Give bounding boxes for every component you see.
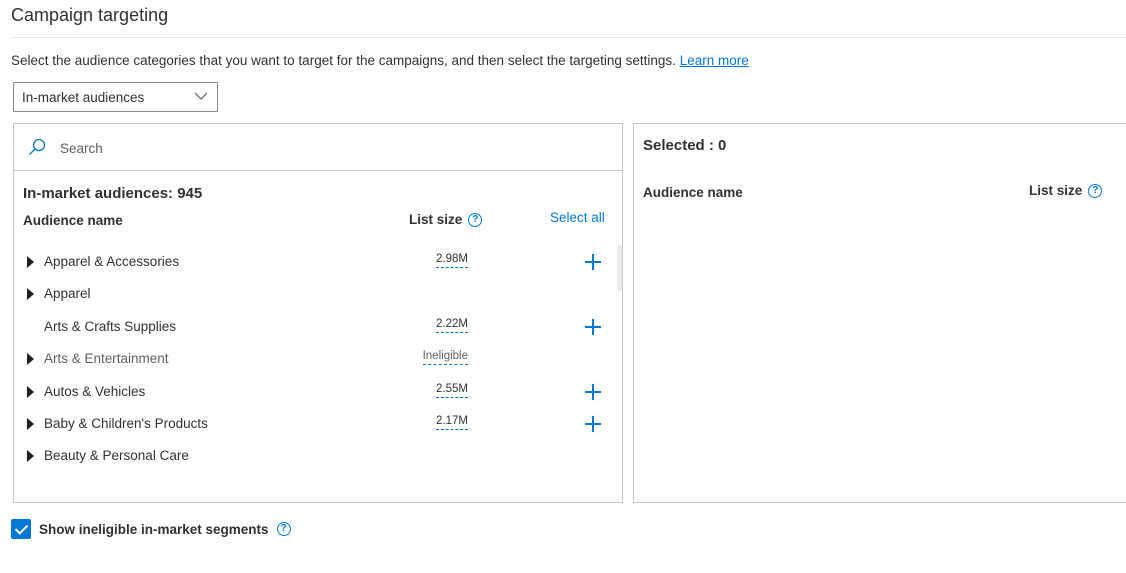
- add-icon[interactable]: [585, 384, 601, 400]
- audience-name: Beauty & Personal Care: [44, 448, 189, 463]
- audience-row[interactable]: Baby & Children's Products 2.17M: [14, 410, 614, 440]
- list-size-value[interactable]: 2.98M: [436, 252, 468, 268]
- audience-row[interactable]: Arts & Entertainment Ineligible: [14, 345, 614, 375]
- title-divider: [11, 37, 1126, 38]
- expand-caret-icon[interactable]: [27, 256, 34, 268]
- list-size-value[interactable]: 2.22M: [436, 317, 468, 333]
- audience-name: Baby & Children's Products: [44, 416, 208, 431]
- column-header-audience-name: Audience name: [23, 213, 123, 228]
- intro-description: Select the audience categories that you …: [11, 53, 676, 68]
- list-size-label: List size: [409, 212, 463, 227]
- audience-type-dropdown[interactable]: In-market audiences: [13, 82, 218, 112]
- audience-name: Arts & Entertainment: [44, 351, 169, 366]
- expand-caret-icon[interactable]: [27, 288, 34, 300]
- list-size-value[interactable]: 2.55M: [436, 382, 468, 398]
- audience-name: Autos & Vehicles: [44, 384, 146, 399]
- audience-count: In-market audiences: 945: [23, 185, 203, 202]
- available-audiences-panel: In-market audiences: 945 Audience name L…: [13, 123, 623, 503]
- selected-count: Selected : 0: [643, 137, 727, 154]
- expand-caret-icon[interactable]: [27, 386, 34, 398]
- dropdown-selected-value: In-market audiences: [22, 89, 145, 105]
- audience-row[interactable]: Apparel: [14, 280, 614, 310]
- audience-row[interactable]: Autos & Vehicles 2.55M: [14, 378, 614, 408]
- audience-name: Apparel: [44, 286, 91, 301]
- show-ineligible-label[interactable]: Show ineligible in-market segments: [39, 522, 269, 537]
- help-icon[interactable]: ?: [468, 212, 483, 227]
- page-title: Campaign targeting: [11, 5, 169, 25]
- add-icon[interactable]: [585, 319, 601, 335]
- show-ineligible-checkbox[interactable]: [11, 519, 31, 539]
- help-icon[interactable]: ?: [276, 522, 291, 536]
- add-icon[interactable]: [585, 254, 601, 270]
- list-size-value[interactable]: Ineligible: [422, 349, 468, 365]
- expand-caret-icon[interactable]: [27, 418, 34, 430]
- chevron-down-icon: [194, 92, 208, 100]
- search-box: [14, 124, 622, 171]
- selected-column-header-list-size: List size ?: [1029, 183, 1103, 198]
- intro-text: Select the audience categories that you …: [11, 53, 749, 68]
- search-icon: [29, 138, 46, 155]
- selected-audiences-panel: Selected : 0 Audience name List size ?: [633, 123, 1126, 503]
- show-ineligible-option: Show ineligible in-market segments ?: [11, 519, 291, 539]
- selected-column-header-audience-name: Audience name: [643, 185, 743, 200]
- learn-more-link[interactable]: Learn more: [680, 53, 749, 68]
- audience-row[interactable]: Apparel & Accessories 2.98M: [14, 248, 614, 278]
- selected-list-size-label: List size: [1029, 183, 1083, 198]
- search-input[interactable]: [60, 136, 600, 160]
- help-icon[interactable]: ?: [1088, 183, 1103, 198]
- select-all-link[interactable]: Select all: [550, 210, 605, 225]
- column-header-list-size: List size ?: [409, 212, 483, 227]
- list-scrollbar[interactable]: [617, 245, 622, 291]
- audience-name: Arts & Crafts Supplies: [44, 319, 177, 334]
- expand-caret-icon[interactable]: [27, 353, 34, 365]
- add-icon[interactable]: [585, 416, 601, 432]
- audience-row[interactable]: Beauty & Personal Care: [14, 442, 614, 472]
- expand-caret-icon[interactable]: [27, 450, 34, 462]
- audience-name: Apparel & Accessories: [44, 254, 180, 269]
- list-size-value[interactable]: 2.17M: [436, 414, 468, 430]
- audience-row[interactable]: Arts & Crafts Supplies 2.22M: [14, 313, 614, 343]
